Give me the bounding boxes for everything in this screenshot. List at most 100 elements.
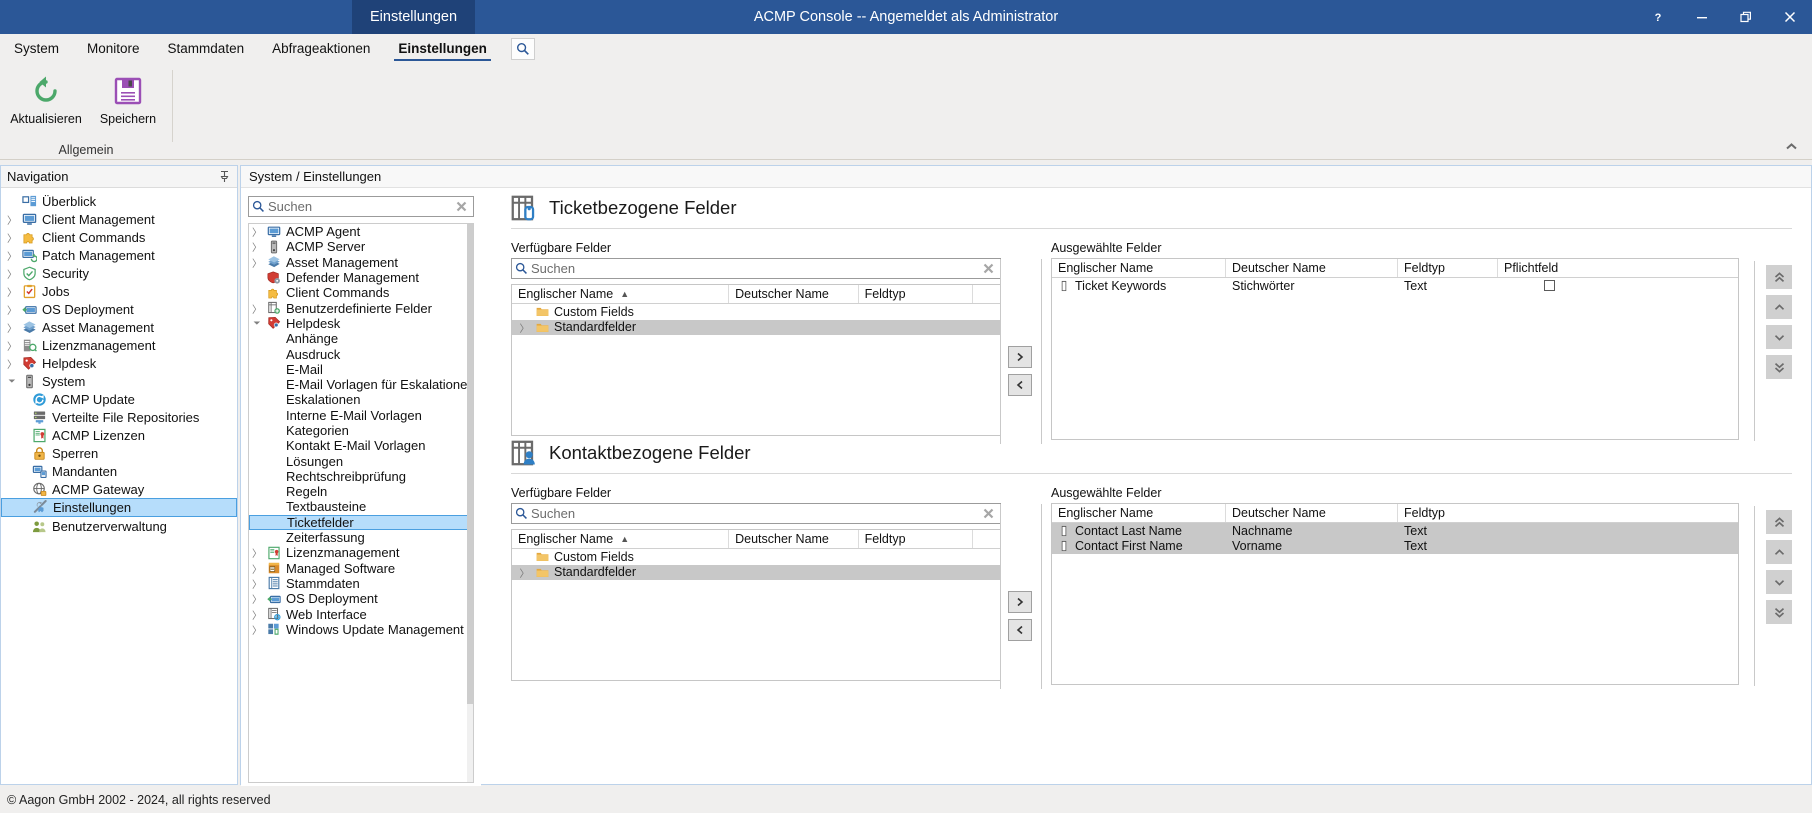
move-up-button[interactable]: [1766, 295, 1792, 319]
settings-item-zeiterfassung[interactable]: Zeiterfassung: [249, 530, 473, 545]
table-row[interactable]: Contact Last Name Nachname Text: [1052, 523, 1738, 539]
chevron-right-icon[interactable]: 〉: [5, 338, 19, 353]
available-search-box[interactable]: Suchen: [511, 503, 1001, 524]
table-row[interactable]: Custom Fields: [512, 549, 1000, 565]
nav-item-patch-management[interactable]: 〉 Patch Management: [1, 246, 237, 264]
tab-system[interactable]: System: [0, 34, 73, 62]
chevron-right-icon[interactable]: 〉: [249, 301, 265, 316]
column-header-2[interactable]: Feldtyp: [859, 530, 974, 548]
column-header-0[interactable]: Englischer Name: [1052, 259, 1226, 277]
chevron-right-icon[interactable]: 〉: [5, 356, 19, 371]
chevron-right-icon[interactable]: 〉: [249, 255, 265, 270]
settings-item-acmp-server[interactable]: 〉 ACMP Server: [249, 239, 473, 254]
nav-item-jobs[interactable]: 〉 Jobs: [1, 282, 237, 300]
column-header-2[interactable]: Feldtyp: [1398, 504, 1498, 522]
settings-item-e-mail[interactable]: E-Mail: [249, 362, 473, 377]
nav-item-acmp-update[interactable]: ACMP Update: [1, 390, 237, 408]
chevron-right-icon[interactable]: 〉: [5, 248, 19, 263]
settings-item-ticketfelder[interactable]: Ticketfelder: [249, 514, 473, 530]
column-header-0[interactable]: Englischer Name ▲: [512, 530, 730, 548]
move-top-button[interactable]: [1766, 265, 1792, 289]
add-field-button[interactable]: [1008, 346, 1032, 368]
nav-item--berblick[interactable]: Überblick: [1, 192, 237, 210]
nav-item-benutzerverwaltung[interactable]: Benutzerverwaltung: [1, 517, 237, 535]
settings-item-acmp-agent[interactable]: 〉 ACMP Agent: [249, 224, 473, 239]
settings-item-web-interface[interactable]: 〉 Web Interface: [249, 606, 473, 622]
settings-tree-scrollbar[interactable]: [467, 224, 473, 782]
table-row[interactable]: Ticket Keywords Stichwörter Text: [1052, 278, 1738, 294]
chevron-right-icon[interactable]: 〉: [518, 565, 531, 580]
settings-item-lizenzmanagement[interactable]: 〉 Lizenzmanagement: [249, 545, 473, 560]
settings-item-rechtschreibprüfung[interactable]: Rechtschreibprüfung: [249, 469, 473, 484]
settings-search-input[interactable]: Suchen: [265, 199, 455, 214]
nav-item-asset-management[interactable]: 〉 Asset Management: [1, 318, 237, 336]
chevron-right-icon[interactable]: 〉: [249, 561, 265, 576]
settings-item-kategorien[interactable]: Kategorien: [249, 423, 473, 438]
nav-item-mandanten[interactable]: Mandanten: [1, 462, 237, 480]
chevron-right-icon[interactable]: 〉: [5, 284, 19, 299]
move-up-button[interactable]: [1766, 540, 1792, 564]
settings-item-benutzerdefinierte-felder[interactable]: 〉 Benutzerdefinierte Felder: [249, 300, 473, 316]
available-search-input[interactable]: Suchen: [528, 261, 982, 276]
tab-einstellungen[interactable]: Einstellungen: [384, 34, 501, 62]
column-header-1[interactable]: Deutscher Name: [1226, 259, 1398, 277]
settings-item-os-deployment[interactable]: 〉 OS Deployment: [249, 591, 473, 606]
column-header-0[interactable]: Englischer Name ▲: [512, 285, 730, 303]
settings-item-stammdaten[interactable]: 〉 Stammdaten: [249, 576, 473, 591]
move-top-button[interactable]: [1766, 510, 1792, 534]
column-header-1[interactable]: Deutscher Name: [729, 530, 859, 548]
nav-item-client-commands[interactable]: 〉 Client Commands: [1, 228, 237, 246]
settings-item-anhänge[interactable]: Anhänge: [249, 331, 473, 346]
refresh-button[interactable]: Aktualisieren: [10, 70, 82, 126]
nav-item-einstellungen[interactable]: Einstellungen: [1, 498, 237, 517]
available-search-input[interactable]: Suchen: [528, 506, 982, 521]
settings-item-helpdesk[interactable]: ⏷ Helpdesk: [249, 316, 473, 331]
tab-monitore[interactable]: Monitore: [73, 34, 154, 62]
ribbon-search-button[interactable]: [510, 38, 535, 60]
chevron-right-icon[interactable]: 〉: [5, 320, 19, 335]
settings-item-defender-management[interactable]: Defender Management: [249, 270, 473, 285]
chevron-right-icon[interactable]: 〉: [518, 320, 531, 335]
nav-item-acmp-lizenzen[interactable]: ACMP Lizenzen: [1, 426, 237, 444]
title-tab-einstellungen[interactable]: Einstellungen: [352, 0, 476, 34]
tab-stammdaten[interactable]: Stammdaten: [154, 34, 259, 62]
chevron-right-icon[interactable]: 〉: [249, 239, 265, 254]
nav-item-system[interactable]: ⏷ System: [1, 372, 237, 390]
column-header-0[interactable]: Englischer Name: [1052, 504, 1226, 522]
settings-item-ausdruck[interactable]: Ausdruck: [249, 346, 473, 362]
chevron-right-icon[interactable]: 〉: [249, 622, 265, 637]
chevron-down-icon[interactable]: ⏷: [249, 318, 265, 329]
save-button[interactable]: Speichern: [92, 70, 164, 126]
tab-abfrageaktionen[interactable]: Abfrageaktionen: [258, 34, 384, 62]
minimize-button[interactable]: [1680, 0, 1724, 34]
pin-icon[interactable]: [218, 170, 231, 183]
nav-item-os-deployment[interactable]: 〉 OS Deployment: [1, 300, 237, 318]
nav-item-security[interactable]: 〉 Security: [1, 264, 237, 282]
clear-x-icon[interactable]: [982, 507, 997, 520]
cell-required-checkbox[interactable]: [1498, 280, 1600, 292]
settings-item-managed-software[interactable]: 〉 Managed Software: [249, 561, 473, 576]
settings-item-asset-management[interactable]: 〉 Asset Management: [249, 255, 473, 270]
column-header-3[interactable]: Pflichtfeld: [1498, 259, 1600, 277]
available-search-box[interactable]: Suchen: [511, 258, 1001, 279]
clear-x-icon[interactable]: [982, 262, 997, 275]
nav-item-acmp-gateway[interactable]: ACMP Gateway: [1, 480, 237, 498]
settings-item-regeln[interactable]: Regeln: [249, 484, 473, 499]
column-header-2[interactable]: Feldtyp: [1398, 259, 1498, 277]
table-row[interactable]: Custom Fields: [512, 304, 1000, 320]
nav-item-lizenzmanagement[interactable]: 〉 Lizenzmanagement: [1, 336, 237, 354]
move-down-button[interactable]: [1766, 325, 1792, 349]
table-row[interactable]: Contact First Name Vorname Text: [1052, 538, 1738, 554]
chevron-right-icon[interactable]: 〉: [249, 576, 265, 591]
settings-item-eskalationen[interactable]: Eskalationen: [249, 392, 473, 407]
remove-field-button[interactable]: [1008, 619, 1032, 641]
settings-item-client-commands[interactable]: Client Commands: [249, 285, 473, 300]
chevron-right-icon[interactable]: 〉: [5, 212, 19, 227]
table-row[interactable]: 〉 Standardfelder: [512, 319, 1000, 335]
settings-item-lösungen[interactable]: Lösungen: [249, 453, 473, 469]
clear-x-icon[interactable]: [455, 200, 470, 213]
chevron-right-icon[interactable]: 〉: [249, 224, 265, 239]
remove-field-button[interactable]: [1008, 374, 1032, 396]
nav-item-sperren[interactable]: Sperren: [1, 444, 237, 462]
settings-item-textbausteine[interactable]: Textbausteine: [249, 499, 473, 514]
